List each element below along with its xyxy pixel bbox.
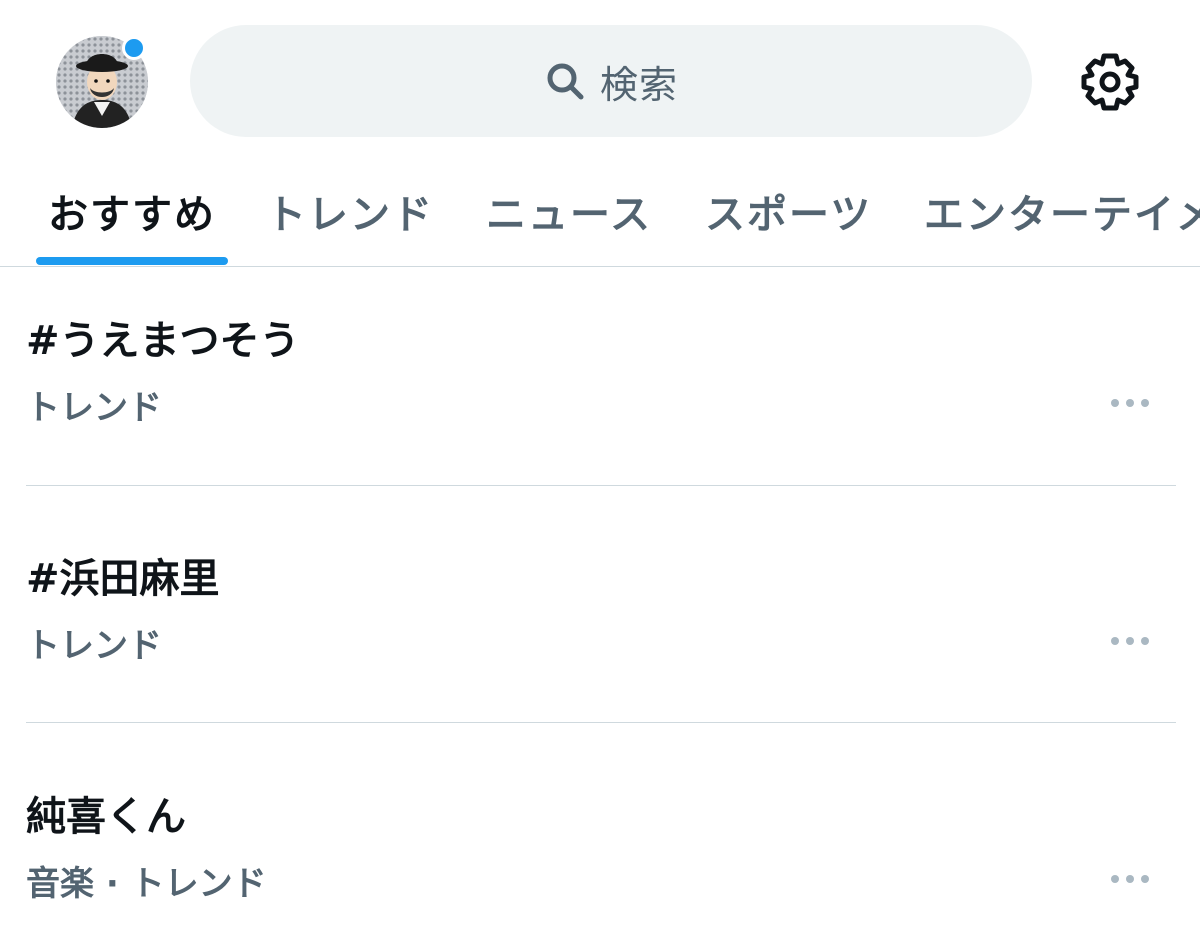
more-dots-icon[interactable] xyxy=(1110,636,1150,646)
more-dots-icon[interactable] xyxy=(1110,398,1150,408)
search-placeholder: 検索 xyxy=(599,62,678,107)
trend-title: #浜田麻里 xyxy=(26,556,220,602)
trend-item[interactable]: #浜田麻里 トレンド xyxy=(26,546,1176,686)
trend-title: 純喜くん xyxy=(26,794,186,840)
trend-meta: 音楽 · トレンド xyxy=(26,864,267,904)
tab-entertainment[interactable]: エンターテイメ xyxy=(924,182,1200,240)
divider xyxy=(26,485,1176,486)
gear-icon[interactable] xyxy=(1080,52,1140,112)
tab-recommended[interactable]: おすすめ xyxy=(48,182,216,240)
trend-item[interactable]: 純喜くん 音楽 · トレンド xyxy=(26,784,1176,924)
trend-title: #うえまつそう xyxy=(26,318,300,364)
more-dots-icon[interactable] xyxy=(1110,874,1150,884)
notification-dot xyxy=(122,36,146,60)
tab-news[interactable]: ニュース xyxy=(486,182,652,240)
search-icon xyxy=(547,63,584,100)
trend-meta: トレンド xyxy=(26,388,162,428)
explore-tabs: おすすめ トレンド ニュース スポーツ エンターテイメ xyxy=(0,160,1200,267)
search-input[interactable]: 検索 xyxy=(190,25,1032,137)
tab-sports[interactable]: スポーツ xyxy=(705,182,872,240)
top-header: 検索 xyxy=(0,0,1200,160)
trend-meta: トレンド xyxy=(26,626,162,666)
tab-trends[interactable]: トレンド xyxy=(266,182,434,240)
divider xyxy=(26,722,1176,723)
profile-avatar-button[interactable] xyxy=(56,36,148,128)
active-tab-indicator xyxy=(36,257,228,265)
trend-item[interactable]: #うえまつそう トレンド xyxy=(26,308,1176,448)
